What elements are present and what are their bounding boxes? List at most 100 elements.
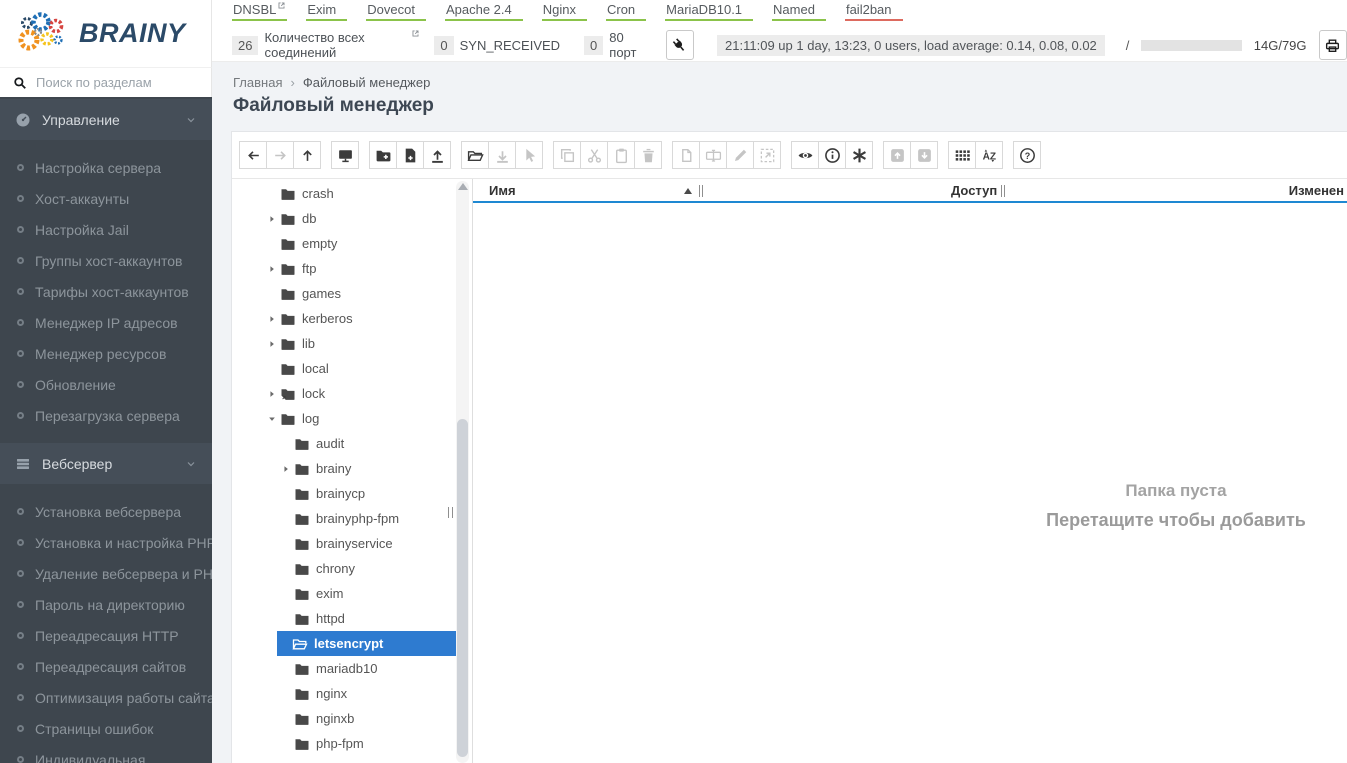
forward-button[interactable] <box>266 141 294 169</box>
expand-icon[interactable] <box>267 414 280 424</box>
tree-item[interactable]: db <box>232 206 472 231</box>
service-link[interactable]: Dovecot <box>366 2 426 21</box>
tree-item[interactable]: lib <box>232 331 472 356</box>
sidebar-item[interactable]: Установка и настройка PHP <box>0 527 212 558</box>
logo[interactable]: BRAINY <box>0 0 212 67</box>
new-file-button[interactable] <box>396 141 424 169</box>
tree-item[interactable]: php-fpm <box>232 731 472 756</box>
column-resize-handle[interactable] <box>1001 185 1005 197</box>
service-link[interactable]: DNSBL <box>232 2 288 21</box>
column-resize-handle[interactable] <box>699 185 703 197</box>
column-header-modified[interactable]: Изменен <box>1289 183 1344 198</box>
sort-button[interactable]: AZ <box>975 141 1003 169</box>
back-button[interactable] <box>239 141 267 169</box>
tree-item[interactable]: nginxb <box>232 706 472 731</box>
search-input[interactable] <box>36 75 198 90</box>
sidebar-item[interactable]: Группы хост-аккаунтов <box>0 245 212 276</box>
tree-item[interactable]: ftp <box>232 256 472 281</box>
open-folder-button[interactable] <box>461 141 489 169</box>
sidebar-item[interactable]: Обновление <box>0 369 212 400</box>
rename-button[interactable] <box>699 141 727 169</box>
tree-item[interactable]: brainy <box>232 456 472 481</box>
download-button[interactable] <box>488 141 516 169</box>
remote-connection-button[interactable] <box>331 141 359 169</box>
sidebar-item[interactable]: Удаление вебсервера и PHP <box>0 558 212 589</box>
stat-badge[interactable]: 26 Количество всех соединений <box>232 30 420 60</box>
delete-button[interactable] <box>634 141 662 169</box>
edit-button[interactable] <box>726 141 754 169</box>
extract-move-button[interactable] <box>753 141 781 169</box>
sidebar-item[interactable]: Настройка Jail <box>0 214 212 245</box>
tree-item[interactable]: empty <box>232 231 472 256</box>
unarchive-button[interactable] <box>910 141 938 169</box>
tree-item[interactable]: local <box>232 356 472 381</box>
tree-item[interactable]: httpd <box>232 606 472 631</box>
tree-item[interactable]: nginx <box>232 681 472 706</box>
service-link[interactable]: Exim <box>306 2 348 21</box>
up-button[interactable] <box>293 141 321 169</box>
sidebar-item[interactable]: Страницы ошибок <box>0 713 212 744</box>
service-link[interactable]: Named <box>772 2 826 21</box>
tree-item[interactable]: kerberos <box>232 306 472 331</box>
upload-button[interactable] <box>423 141 451 169</box>
archive-button[interactable] <box>883 141 911 169</box>
scrollbar-up-icon[interactable] <box>457 183 468 190</box>
tree-item[interactable]: audit <box>232 431 472 456</box>
column-header-name[interactable]: Имя <box>489 183 516 198</box>
tree-item[interactable]: mariadb10 <box>232 656 472 681</box>
sidebar-item[interactable]: Менеджер IP адресов <box>0 307 212 338</box>
service-link[interactable]: Apache 2.4 <box>444 2 523 21</box>
sidebar-item[interactable]: Переадресация HTTP <box>0 620 212 651</box>
sidebar-item[interactable]: Перезагрузка сервера <box>0 400 212 431</box>
sidebar-item[interactable]: Менеджер ресурсов <box>0 338 212 369</box>
new-folder-button[interactable] <box>369 141 397 169</box>
copy-button[interactable] <box>553 141 581 169</box>
expand-icon[interactable] <box>267 264 280 274</box>
cut-button[interactable] <box>580 141 608 169</box>
sidebar-item[interactable]: Настройка сервера <box>0 152 212 183</box>
stat-badge[interactable]: 0 SYN_RECEIVED <box>434 35 570 55</box>
disk-report-button[interactable] <box>1318 30 1347 60</box>
service-link[interactable]: MariaDB10.1 <box>665 2 754 21</box>
stat-badge[interactable]: 0 80 порт <box>584 30 654 60</box>
tree-scrollbar[interactable] <box>456 181 469 763</box>
expand-icon[interactable] <box>267 214 280 224</box>
expand-icon[interactable] <box>267 389 280 399</box>
tree-item[interactable]: log <box>232 406 472 431</box>
breadcrumb-home[interactable]: Главная <box>233 75 282 90</box>
tree-item[interactable]: brainyservice <box>232 531 472 556</box>
paste-button[interactable] <box>607 141 635 169</box>
tree-item[interactable]: brainyphp-fpm <box>232 506 472 531</box>
expand-icon[interactable] <box>267 339 280 349</box>
service-link[interactable]: Cron <box>605 2 647 21</box>
sidebar-item[interactable]: Переадресация сайтов <box>0 651 212 682</box>
sidebar-item[interactable]: Установка вебсервера <box>0 496 212 527</box>
tree-item[interactable]: php71-fpm <box>232 756 472 763</box>
tree-item[interactable]: games <box>232 281 472 306</box>
sidebar-section-webserver[interactable]: Вебсервер <box>0 443 212 484</box>
expand-icon[interactable] <box>281 464 294 474</box>
scrollbar-thumb[interactable] <box>457 419 468 757</box>
sidebar-section-management[interactable]: Управление <box>0 99 212 140</box>
select-button[interactable] <box>515 141 543 169</box>
grid-view-button[interactable] <box>948 141 976 169</box>
permissions-button[interactable] <box>845 141 873 169</box>
panel-resize-handle[interactable] <box>448 507 453 518</box>
info-button[interactable] <box>818 141 846 169</box>
sidebar-item[interactable]: Тарифы хост-аккаунтов <box>0 276 212 307</box>
sidebar-item[interactable]: Оптимизация работы сайта <box>0 682 212 713</box>
duplicate-button[interactable] <box>672 141 700 169</box>
service-link[interactable]: Nginx <box>541 2 587 21</box>
help-button[interactable]: ? <box>1013 141 1041 169</box>
connections-button[interactable] <box>665 30 695 60</box>
column-header-access[interactable]: Доступ <box>951 183 997 198</box>
sidebar-item[interactable]: Индивидуальная <box>0 744 212 763</box>
tree-item[interactable]: brainycp <box>232 481 472 506</box>
tree-item[interactable]: exim <box>232 581 472 606</box>
expand-icon[interactable] <box>267 314 280 324</box>
tree-item[interactable]: chrony <box>232 556 472 581</box>
service-link[interactable]: fail2ban <box>844 2 903 21</box>
tree-item[interactable]: lock <box>232 381 472 406</box>
tree-item[interactable]: letsencrypt <box>232 631 472 656</box>
tree-item[interactable]: crash <box>232 181 472 206</box>
